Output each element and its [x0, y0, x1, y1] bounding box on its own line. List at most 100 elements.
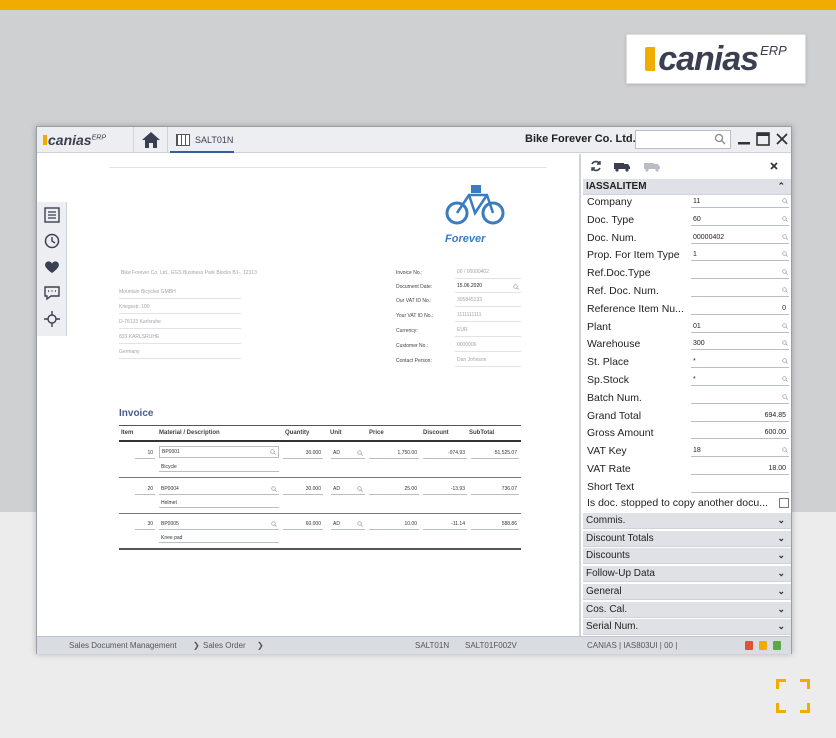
history-icon[interactable]	[43, 232, 61, 250]
field-input-plant[interactable]: 01	[691, 320, 789, 333]
info-label: Customer No.:	[396, 343, 429, 349]
field-input-vat-rate[interactable]: 18.00	[691, 462, 789, 475]
material-input[interactable]: BP0005	[159, 519, 279, 530]
field-input-company[interactable]: 11	[691, 195, 789, 208]
document-date-field[interactable]: 15.06.2020	[455, 281, 521, 293]
breadcrumb-separator-icon: ❯	[257, 641, 264, 650]
close-icon[interactable]	[774, 131, 790, 147]
navigate-icon[interactable]	[43, 310, 61, 328]
search-icon[interactable]	[357, 486, 363, 492]
expand-icon[interactable]: ⌄	[777, 515, 785, 526]
alert-icon[interactable]	[745, 641, 753, 650]
address-line: 833 KARLSRUHE	[119, 330, 241, 344]
field-input-warehouse[interactable]: 300	[691, 337, 789, 351]
unit-cell[interactable]: AD	[331, 448, 365, 459]
status-form: SALT01F002V	[465, 641, 517, 650]
section-follow-up-data[interactable]: Follow-Up Data ⌄	[583, 566, 791, 583]
ok-icon[interactable]	[773, 641, 781, 650]
field-input-doc-type[interactable]: 60	[691, 213, 789, 226]
chat-icon[interactable]	[43, 284, 61, 302]
search-icon[interactable]	[782, 251, 788, 258]
material-input[interactable]: BP0004	[159, 484, 279, 495]
search-icon[interactable]	[271, 486, 277, 492]
expand-icon[interactable]: ⌄	[777, 586, 785, 597]
info-label: Your VAT ID No.:	[396, 313, 434, 319]
field-input-doc-num[interactable]: 00000402	[691, 231, 789, 244]
minimize-icon[interactable]	[736, 131, 752, 147]
search-icon[interactable]	[782, 233, 788, 240]
breadcrumb-separator-icon: ❯	[193, 641, 200, 650]
document-brand: Forever	[445, 233, 486, 245]
search-icon[interactable]	[782, 376, 788, 382]
expand-icon[interactable]: ⌄	[777, 550, 785, 561]
field-label: Ref. Doc. Num.	[587, 285, 659, 297]
field-label: Company	[587, 196, 632, 208]
search-icon[interactable]	[271, 521, 277, 527]
section-commis[interactable]: Commis. ⌄	[583, 513, 791, 529]
section-general[interactable]: General ⌄	[583, 583, 791, 600]
field-input-st-place[interactable]: *	[691, 355, 789, 369]
global-search-input[interactable]	[635, 130, 731, 149]
search-icon[interactable]	[782, 269, 788, 276]
address-line: Germany	[119, 345, 241, 359]
item-cell: 30	[135, 519, 155, 530]
truck-icon[interactable]	[613, 159, 631, 173]
expand-icon[interactable]: ⌄	[777, 604, 785, 615]
search-icon[interactable]	[513, 284, 519, 290]
our-vat-field: 305845133	[455, 295, 521, 307]
home-icon[interactable]	[140, 130, 162, 150]
section-discounts[interactable]: Discounts ⌄	[583, 548, 791, 565]
favorite-heart-icon[interactable]	[43, 258, 61, 276]
discount-cell: -13.93	[423, 484, 467, 495]
search-icon[interactable]	[782, 447, 788, 454]
field-input-batch-num[interactable]	[691, 391, 789, 404]
close-panel-icon[interactable]	[767, 159, 781, 173]
list-icon[interactable]	[43, 206, 61, 224]
search-icon[interactable]	[782, 322, 788, 329]
material-input[interactable]: BP0001	[159, 446, 279, 458]
field-input-grand-total[interactable]: 694.85	[691, 409, 789, 422]
section-discount-totals[interactable]: Discount Totals ⌄	[583, 530, 791, 547]
app-logo: caniasERP	[43, 132, 106, 148]
maximize-icon[interactable]	[755, 131, 771, 147]
search-icon[interactable]	[782, 287, 788, 293]
field-input-gross-amount[interactable]: 600.00	[691, 426, 789, 440]
section-iassalitem[interactable]: IASSALITEM ⌃	[583, 179, 791, 195]
unit-cell[interactable]: AD	[331, 484, 365, 495]
warning-icon[interactable]	[759, 641, 767, 650]
field-input-reference-item-nu[interactable]: 0	[691, 302, 789, 315]
field-input-prop-for-item-type[interactable]: 1	[691, 248, 789, 262]
field-input-ref-doc-type[interactable]	[691, 266, 789, 280]
field-input-vat-key[interactable]: 18	[691, 444, 789, 458]
info-label: Contact Person:	[396, 358, 432, 364]
expand-icon[interactable]: ⌄	[777, 533, 785, 544]
stop-copy-checkbox[interactable]	[779, 498, 789, 508]
search-icon[interactable]	[782, 394, 788, 400]
field-input-sp-stock[interactable]: *	[691, 373, 789, 386]
search-icon[interactable]	[782, 358, 788, 365]
truck-disabled-icon[interactable]	[643, 159, 661, 173]
breadcrumb-sales-document[interactable]: Sales Document Management	[69, 641, 177, 650]
search-icon[interactable]	[782, 198, 788, 204]
unit-cell[interactable]: AD	[331, 519, 365, 530]
expand-icon[interactable]: ⌄	[777, 568, 785, 579]
search-icon[interactable]	[782, 216, 788, 222]
refresh-icon[interactable]	[589, 159, 603, 173]
field-label: Warehouse	[587, 338, 641, 351]
search-icon[interactable]	[782, 340, 788, 347]
section-cos-cal[interactable]: Cos. Cal. ⌄	[583, 601, 791, 618]
quantity-cell: 30.000	[283, 484, 323, 495]
field-input-ref-doc-num[interactable]	[691, 284, 789, 297]
search-icon[interactable]	[357, 450, 363, 456]
search-icon[interactable]	[270, 449, 276, 455]
logo-suffix: ERP	[760, 43, 787, 58]
breadcrumb-sales-order[interactable]: Sales Order	[203, 641, 246, 650]
search-icon[interactable]	[357, 521, 363, 527]
fullscreen-icon[interactable]	[776, 679, 810, 713]
expand-icon[interactable]: ⌄	[777, 621, 785, 632]
section-serial-num[interactable]: Serial Num. ⌄	[583, 619, 791, 636]
search-icon[interactable]	[714, 133, 726, 145]
field-input-short-text[interactable]	[691, 480, 789, 493]
subtotal-cell: 588.86	[471, 519, 519, 530]
tab-salt01n[interactable]: SALT01N	[170, 129, 234, 153]
